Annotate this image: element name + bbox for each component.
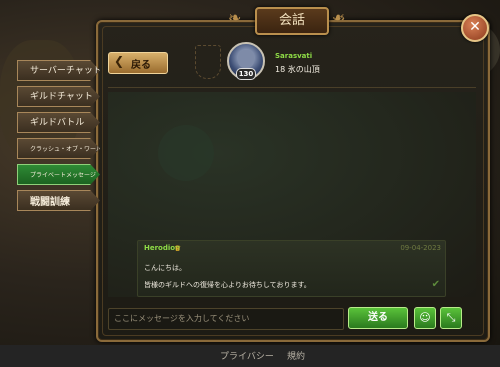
- close-button[interactable]: ✕: [461, 14, 489, 42]
- crown-icon: ♛: [174, 244, 182, 253]
- tab-label: プライベートメッセージ: [30, 172, 96, 179]
- window-title: 会話: [278, 13, 305, 28]
- level-badge: 130: [236, 68, 256, 80]
- recipient-name: Sarasvati: [275, 52, 313, 60]
- left-ornament-icon: ❧: [228, 8, 242, 27]
- tab-clash-of-worlds[interactable]: クラッシュ・オブ・ワールド: [17, 138, 100, 159]
- back-label: 戻る: [131, 60, 151, 71]
- close-icon: ✕: [469, 19, 481, 35]
- back-button[interactable]: ❮ 戻る: [108, 52, 168, 74]
- message-text-line: こんにちは。: [144, 264, 186, 272]
- smiley-icon: ☺: [419, 311, 431, 324]
- tab-server-chat[interactable]: サーバーチャット: [17, 60, 100, 81]
- window-title-plate: 会話: [255, 7, 329, 35]
- message-bubble: Herodion ♛ 09-04-2023 こんにちは。 皆様のギルドへの復帰を…: [137, 240, 446, 297]
- send-button[interactable]: 送る: [348, 307, 408, 329]
- tab-private-messages[interactable]: プライベートメッセージ: [17, 164, 100, 185]
- right-ornament-icon: ❧: [332, 8, 346, 27]
- tab-label: ギルドバトル: [30, 118, 85, 128]
- tab-label: 戦闘訓練: [30, 197, 70, 208]
- guild-emblem-placeholder: [195, 45, 221, 79]
- tab-battle-training[interactable]: 戦闘訓練: [17, 190, 100, 211]
- tab-guild-battle[interactable]: ギルドバトル: [17, 112, 100, 133]
- chevron-left-icon: ❮: [114, 54, 125, 68]
- message-input-box: [108, 308, 344, 330]
- send-label: 送る: [368, 312, 388, 323]
- expand-button[interactable]: ⤡: [440, 307, 462, 329]
- checkmark-icon: ✔: [431, 279, 440, 290]
- message-date: 09-04-2023: [400, 244, 441, 252]
- recipient-server: 18 氷の山頂: [275, 65, 320, 74]
- tab-label: クラッシュ・オブ・ワールド: [30, 146, 109, 153]
- avatar-portrait: [238, 50, 254, 68]
- tab-label: ギルドチャット: [30, 92, 93, 102]
- message-text-line: 皆様のギルドへの復帰を心よりお待ちしております。: [144, 281, 311, 289]
- tab-guild-chat[interactable]: ギルドチャット: [17, 86, 100, 107]
- terms-link[interactable]: 規約: [287, 349, 305, 362]
- tab-label: サーバーチャット: [30, 66, 102, 76]
- footer-bar: プライバシー 規約: [0, 345, 500, 367]
- emoji-button[interactable]: ☺: [414, 307, 436, 329]
- message-input[interactable]: [109, 309, 343, 327]
- privacy-link[interactable]: プライバシー: [220, 349, 274, 362]
- expand-icon: ⤡: [446, 311, 456, 324]
- header-divider: [108, 87, 476, 88]
- background-emblem: [158, 125, 214, 181]
